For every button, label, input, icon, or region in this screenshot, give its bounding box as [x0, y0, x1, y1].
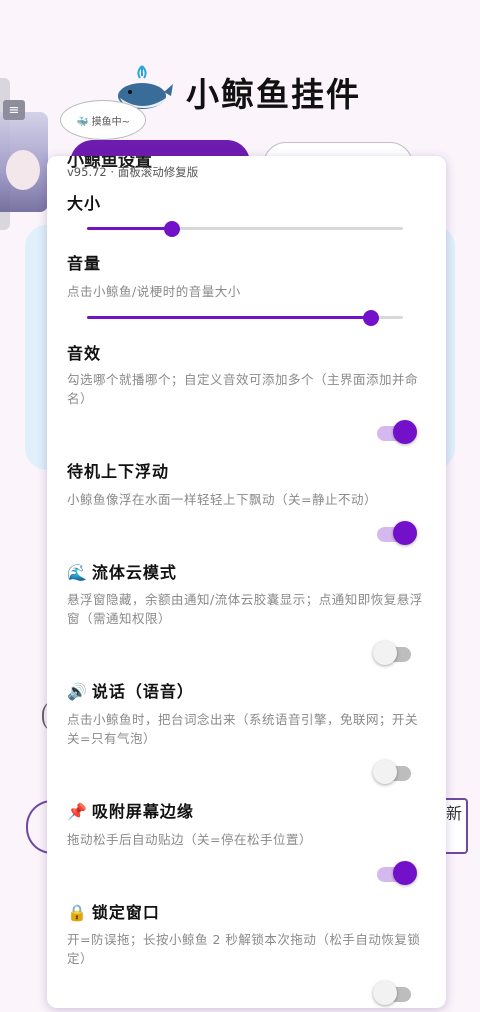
size-slider[interactable]: [87, 218, 403, 240]
lock-window-desc: 开=防误拖；长按小鲸鱼 2 秒解锁本次拖动（松手自动恢复锁定）: [67, 932, 421, 966]
fluid-cloud-toggle[interactable]: [373, 640, 421, 665]
fluid-cloud-label: 流体云模式: [91, 563, 177, 582]
size-slider-fill: [87, 227, 173, 230]
snap-edge-label: 吸附屏幕边缘: [91, 802, 194, 821]
app-title: 小鲸鱼挂件: [186, 75, 361, 114]
pushpin-icon: 📌: [67, 802, 88, 821]
toggle-knob: [393, 861, 417, 885]
float-toggle[interactable]: [377, 520, 421, 545]
lock-window-label: 锁定窗口: [91, 903, 160, 922]
snap-edge-desc: 拖动松手后自动贴边（关=停在松手位置）: [67, 832, 312, 847]
speech-desc: 点击小鲸鱼时，把台词念出来（系统语音引擎，免联网；开关关=只有气泡）: [67, 712, 419, 746]
sound-effect-toggle[interactable]: [377, 419, 421, 444]
volume-slider-fill: [87, 316, 372, 319]
volume-desc: 点击小鲸鱼/说梗时的音量大小: [67, 284, 241, 299]
speech-label: 说话（语音）: [91, 682, 194, 701]
float-desc: 小鲸鱼像浮在水面一样轻轻上下飘动（关=静止不动）: [67, 492, 377, 507]
toggle-knob: [373, 641, 397, 665]
float-title: 待机上下浮动: [67, 462, 170, 481]
volume-slider[interactable]: [87, 307, 403, 329]
background-right-button[interactable]: 新: [446, 798, 468, 854]
version-label: v95.72 · 面板滚动修复版: [67, 165, 199, 179]
speech-title: 🔊 说话（语音）: [67, 678, 194, 702]
snap-edge-toggle[interactable]: [377, 860, 421, 885]
sound-effect-title: 音效: [67, 344, 102, 363]
toggle-knob: [393, 420, 417, 444]
speaker-icon: 🔊: [67, 682, 88, 701]
size-slider-thumb[interactable]: [164, 221, 181, 237]
fluid-cloud-desc: 悬浮窗隐藏，余额由通知/流体云胶囊显示；点通知即恢复悬浮窗（需通知权限）: [67, 592, 423, 626]
lock-window-title: 🔒 锁定窗口: [67, 899, 160, 923]
speech-toggle[interactable]: [373, 759, 421, 784]
lock-window-toggle[interactable]: [373, 980, 421, 1005]
fluid-cloud-title: 🌊 流体云模式: [67, 559, 177, 583]
avatar-face: [6, 150, 40, 190]
toggle-knob: [373, 760, 397, 784]
toggle-knob: [373, 981, 397, 1005]
speech-bubble: 🐳 摸鱼中~: [60, 100, 146, 140]
volume-title: 音量: [67, 254, 102, 273]
toggle-knob: [393, 521, 417, 545]
snap-edge-title: 📌 吸附屏幕边缘: [67, 798, 194, 822]
volume-slider-thumb[interactable]: [363, 310, 380, 326]
lock-icon: 🔒: [67, 903, 88, 922]
settings-panel: 小鲸鱼设置 v95.72 · 面板滚动修复版 大小 音量 点击小鲸鱼/说梗时的音…: [47, 156, 446, 1008]
sound-effect-desc: 勾选哪个就播哪个；自定义音效可添加多个（主界面添加并命名）: [67, 372, 419, 406]
wave-icon: 🌊: [67, 563, 88, 582]
menu-icon[interactable]: ≡: [3, 100, 25, 120]
size-title: 大小: [67, 194, 102, 213]
